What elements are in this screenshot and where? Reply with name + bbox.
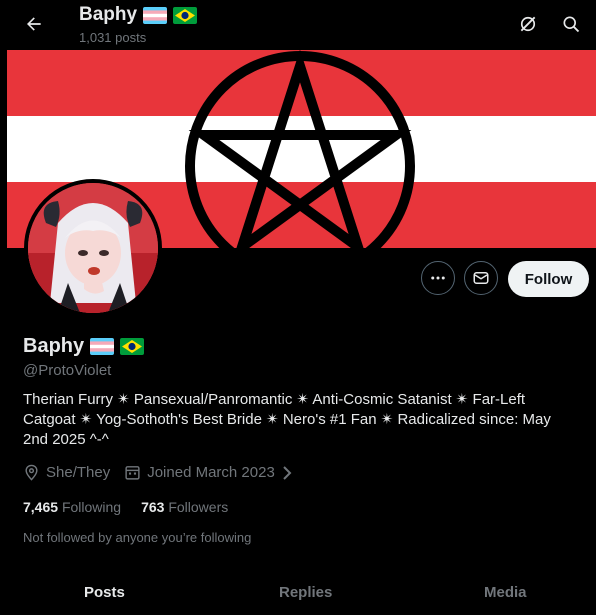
tab-media[interactable]: Media bbox=[484, 584, 527, 601]
more-options-button[interactable] bbox=[421, 261, 455, 295]
top-bar: Baphy 1,031 posts bbox=[0, 0, 596, 50]
following-count: 7,465 bbox=[23, 499, 59, 515]
followers-link[interactable]: 763 Followers bbox=[141, 499, 228, 515]
header-title: Baphy bbox=[79, 4, 198, 26]
search-button[interactable] bbox=[555, 10, 587, 38]
pronouns-item: She/They bbox=[23, 464, 110, 481]
follow-counts: 7,465 Following 763 Followers bbox=[23, 499, 228, 515]
grok-button[interactable] bbox=[512, 10, 544, 38]
brazil-flag-icon bbox=[120, 338, 145, 355]
back-button[interactable] bbox=[18, 10, 50, 38]
follow-button[interactable]: Follow bbox=[508, 261, 589, 297]
chevron-right-icon bbox=[283, 465, 292, 480]
profile-handle: @ProtoViolet bbox=[23, 362, 112, 379]
header-name: Baphy bbox=[79, 4, 138, 25]
following-link[interactable]: 7,465 Following bbox=[23, 499, 121, 515]
grok-icon bbox=[520, 16, 536, 32]
joined-item[interactable]: Joined March 2023 bbox=[124, 464, 293, 481]
envelope-icon bbox=[473, 272, 489, 284]
joined-text: Joined March 2023 bbox=[147, 464, 275, 481]
following-label: Following bbox=[61, 499, 122, 515]
search-icon bbox=[563, 16, 580, 33]
calendar-icon bbox=[125, 466, 140, 480]
tab-posts[interactable]: Posts bbox=[84, 584, 125, 601]
post-count: 1,031 posts bbox=[79, 30, 147, 45]
display-name: Baphy bbox=[23, 335, 145, 358]
not-followed-text: Not followed by anyone you’re following bbox=[23, 530, 252, 545]
followers-label: Followers bbox=[168, 499, 229, 515]
avatar[interactable] bbox=[24, 179, 162, 317]
back-arrow-icon bbox=[27, 17, 41, 31]
message-button[interactable] bbox=[464, 261, 498, 295]
trans-flag-icon bbox=[90, 338, 115, 355]
profile-name: Baphy bbox=[23, 335, 85, 357]
avatar-image bbox=[28, 183, 158, 313]
pronouns-text: She/They bbox=[46, 464, 111, 481]
location-pin-icon bbox=[25, 464, 38, 481]
followers-count: 763 bbox=[141, 499, 165, 515]
more-icon bbox=[431, 276, 445, 280]
profile-bio: Therian Furry ✴ Pansexual/Panromantic ✴ … bbox=[23, 391, 551, 448]
profile-tabs: Posts Replies Media bbox=[0, 570, 596, 615]
tab-replies[interactable]: Replies bbox=[279, 584, 332, 601]
profile-meta: She/They Joined March 2023 bbox=[23, 464, 307, 481]
trans-flag-icon bbox=[143, 6, 168, 24]
brazil-flag-icon bbox=[173, 6, 198, 24]
